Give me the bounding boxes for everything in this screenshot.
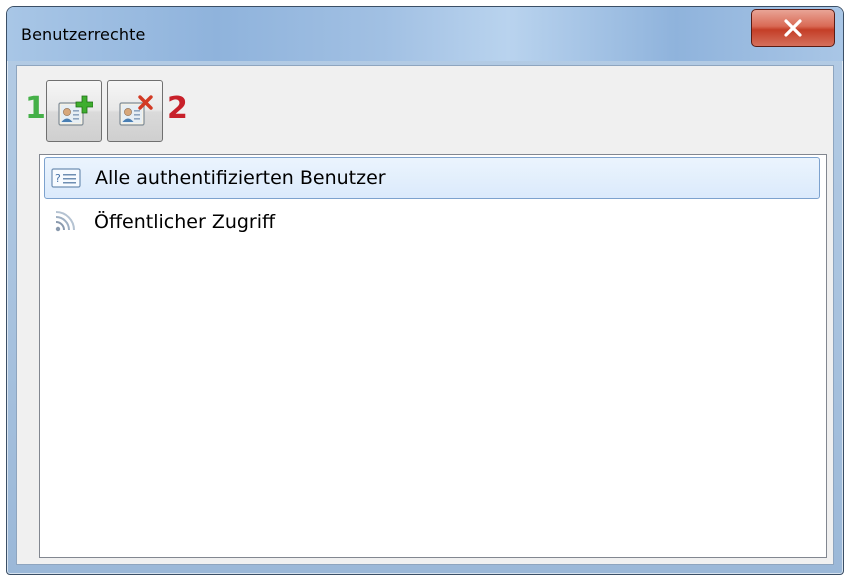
list-item-label: Öffentlicher Zugriff (94, 211, 276, 233)
user-card-icon: ? (51, 167, 81, 189)
remove-user-icon (119, 95, 153, 126)
add-user-icon (58, 95, 93, 126)
svg-text:?: ? (55, 172, 61, 185)
close-button[interactable] (751, 9, 835, 47)
user-rights-window: Benutzerrechte 1 2 ? Alle authentifizier… (6, 6, 844, 575)
remove-user-button[interactable] (107, 80, 163, 142)
close-icon (784, 19, 802, 37)
window-title: Benutzerrechte (21, 25, 146, 44)
list-item-public-access[interactable]: Öffentlicher Zugriff (44, 201, 820, 243)
users-listbox[interactable]: ? Alle authentifizierten Benutzer Öffent… (39, 154, 827, 558)
dialog-content: 1 2 ? Alle authentifizierten Benutzer Öf… (16, 65, 834, 565)
callout-marker-remove: 2 (167, 91, 188, 126)
rss-feed-icon (50, 211, 80, 233)
add-user-button[interactable] (46, 80, 102, 142)
list-item-label: Alle authentifizierten Benutzer (95, 167, 386, 189)
callout-marker-add: 1 (25, 91, 46, 126)
title-bar[interactable]: Benutzerrechte (7, 7, 843, 61)
list-item-authenticated-users[interactable]: ? Alle authentifizierten Benutzer (44, 157, 820, 199)
